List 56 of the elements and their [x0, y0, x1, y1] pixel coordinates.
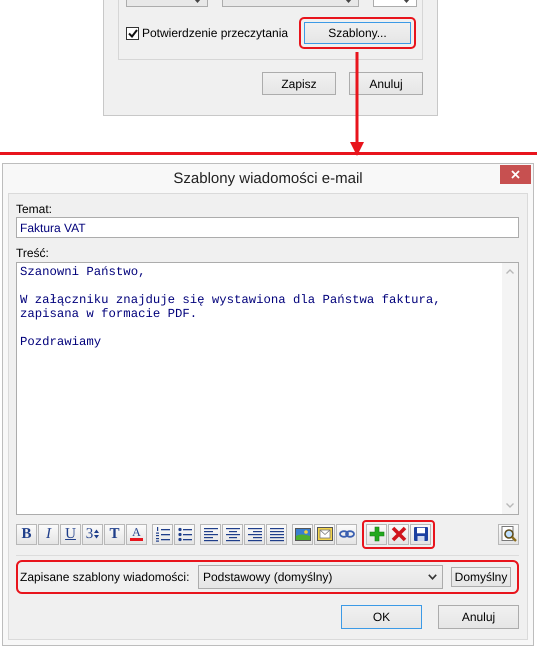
image-icon: [294, 526, 310, 542]
save-button[interactable]: Zapisz: [262, 72, 336, 95]
align-center-icon: [224, 526, 240, 542]
numbered-list-button[interactable]: [152, 524, 173, 544]
close-button[interactable]: [500, 165, 531, 184]
dropdown-value: Podstawowy (domyślny): [203, 570, 332, 584]
align-left-button[interactable]: [200, 524, 221, 544]
x-icon: [390, 526, 406, 542]
close-icon: [511, 170, 520, 179]
cancel-button[interactable]: Anuluj: [349, 72, 423, 95]
delete-button[interactable]: [388, 524, 409, 544]
font-color-button[interactable]: A: [126, 524, 147, 544]
dropdown-field[interactable]: [126, 0, 208, 7]
envelope-button[interactable]: [314, 524, 335, 544]
align-left-icon: [202, 526, 218, 542]
templates-button[interactable]: Szablony...: [304, 22, 411, 44]
link-button[interactable]: [336, 524, 357, 544]
cancel-button[interactable]: Anuluj: [438, 605, 519, 629]
align-right-button[interactable]: [244, 524, 265, 544]
numbered-list-icon: [154, 526, 170, 542]
subject-field[interactable]: Faktura VAT: [16, 217, 519, 238]
dropdown-field[interactable]: [373, 0, 417, 7]
underline-button[interactable]: U: [60, 524, 81, 544]
add-button[interactable]: [366, 524, 387, 544]
preview-button[interactable]: [498, 524, 519, 544]
image-button[interactable]: [292, 524, 313, 544]
default-button[interactable]: Domyślny: [451, 567, 511, 587]
checkbox-label: Potwierdzenie przeczytania: [142, 26, 288, 40]
chevron-down-icon: [428, 574, 437, 580]
bullet-list-button[interactable]: [174, 524, 195, 544]
bold-button[interactable]: B: [16, 524, 37, 544]
justify-icon: [268, 526, 284, 542]
checkmark-icon: [128, 28, 138, 38]
field-label: Zapisane szablony wiadomości:: [20, 570, 190, 584]
caret-icon: [194, 0, 201, 3]
ok-button[interactable]: OK: [341, 605, 422, 629]
plus-icon: [368, 526, 384, 542]
justify-button[interactable]: [266, 524, 287, 544]
font-size-button[interactable]: 3: [82, 524, 103, 544]
caret-icon: [345, 0, 352, 3]
italic-button[interactable]: I: [38, 524, 59, 544]
envelope-icon: [316, 526, 332, 542]
field-label: Temat:: [16, 202, 54, 216]
template-dropdown[interactable]: Podstawowy (domyślny): [198, 565, 443, 589]
magnifier-icon: [500, 526, 516, 542]
font-button[interactable]: T: [104, 524, 125, 544]
field-label: Treść:: [16, 246, 50, 260]
window-title: Szablony wiadomości e-mail: [173, 170, 363, 187]
align-center-button[interactable]: [222, 524, 243, 544]
save-button[interactable]: [410, 524, 431, 544]
spinner-arrows-icon: [94, 529, 100, 539]
align-right-icon: [246, 526, 262, 542]
bulleted-list-icon: [176, 526, 192, 542]
checkbox[interactable]: [126, 26, 139, 40]
dropdown-field[interactable]: [222, 0, 359, 7]
caret-icon: [403, 0, 410, 3]
